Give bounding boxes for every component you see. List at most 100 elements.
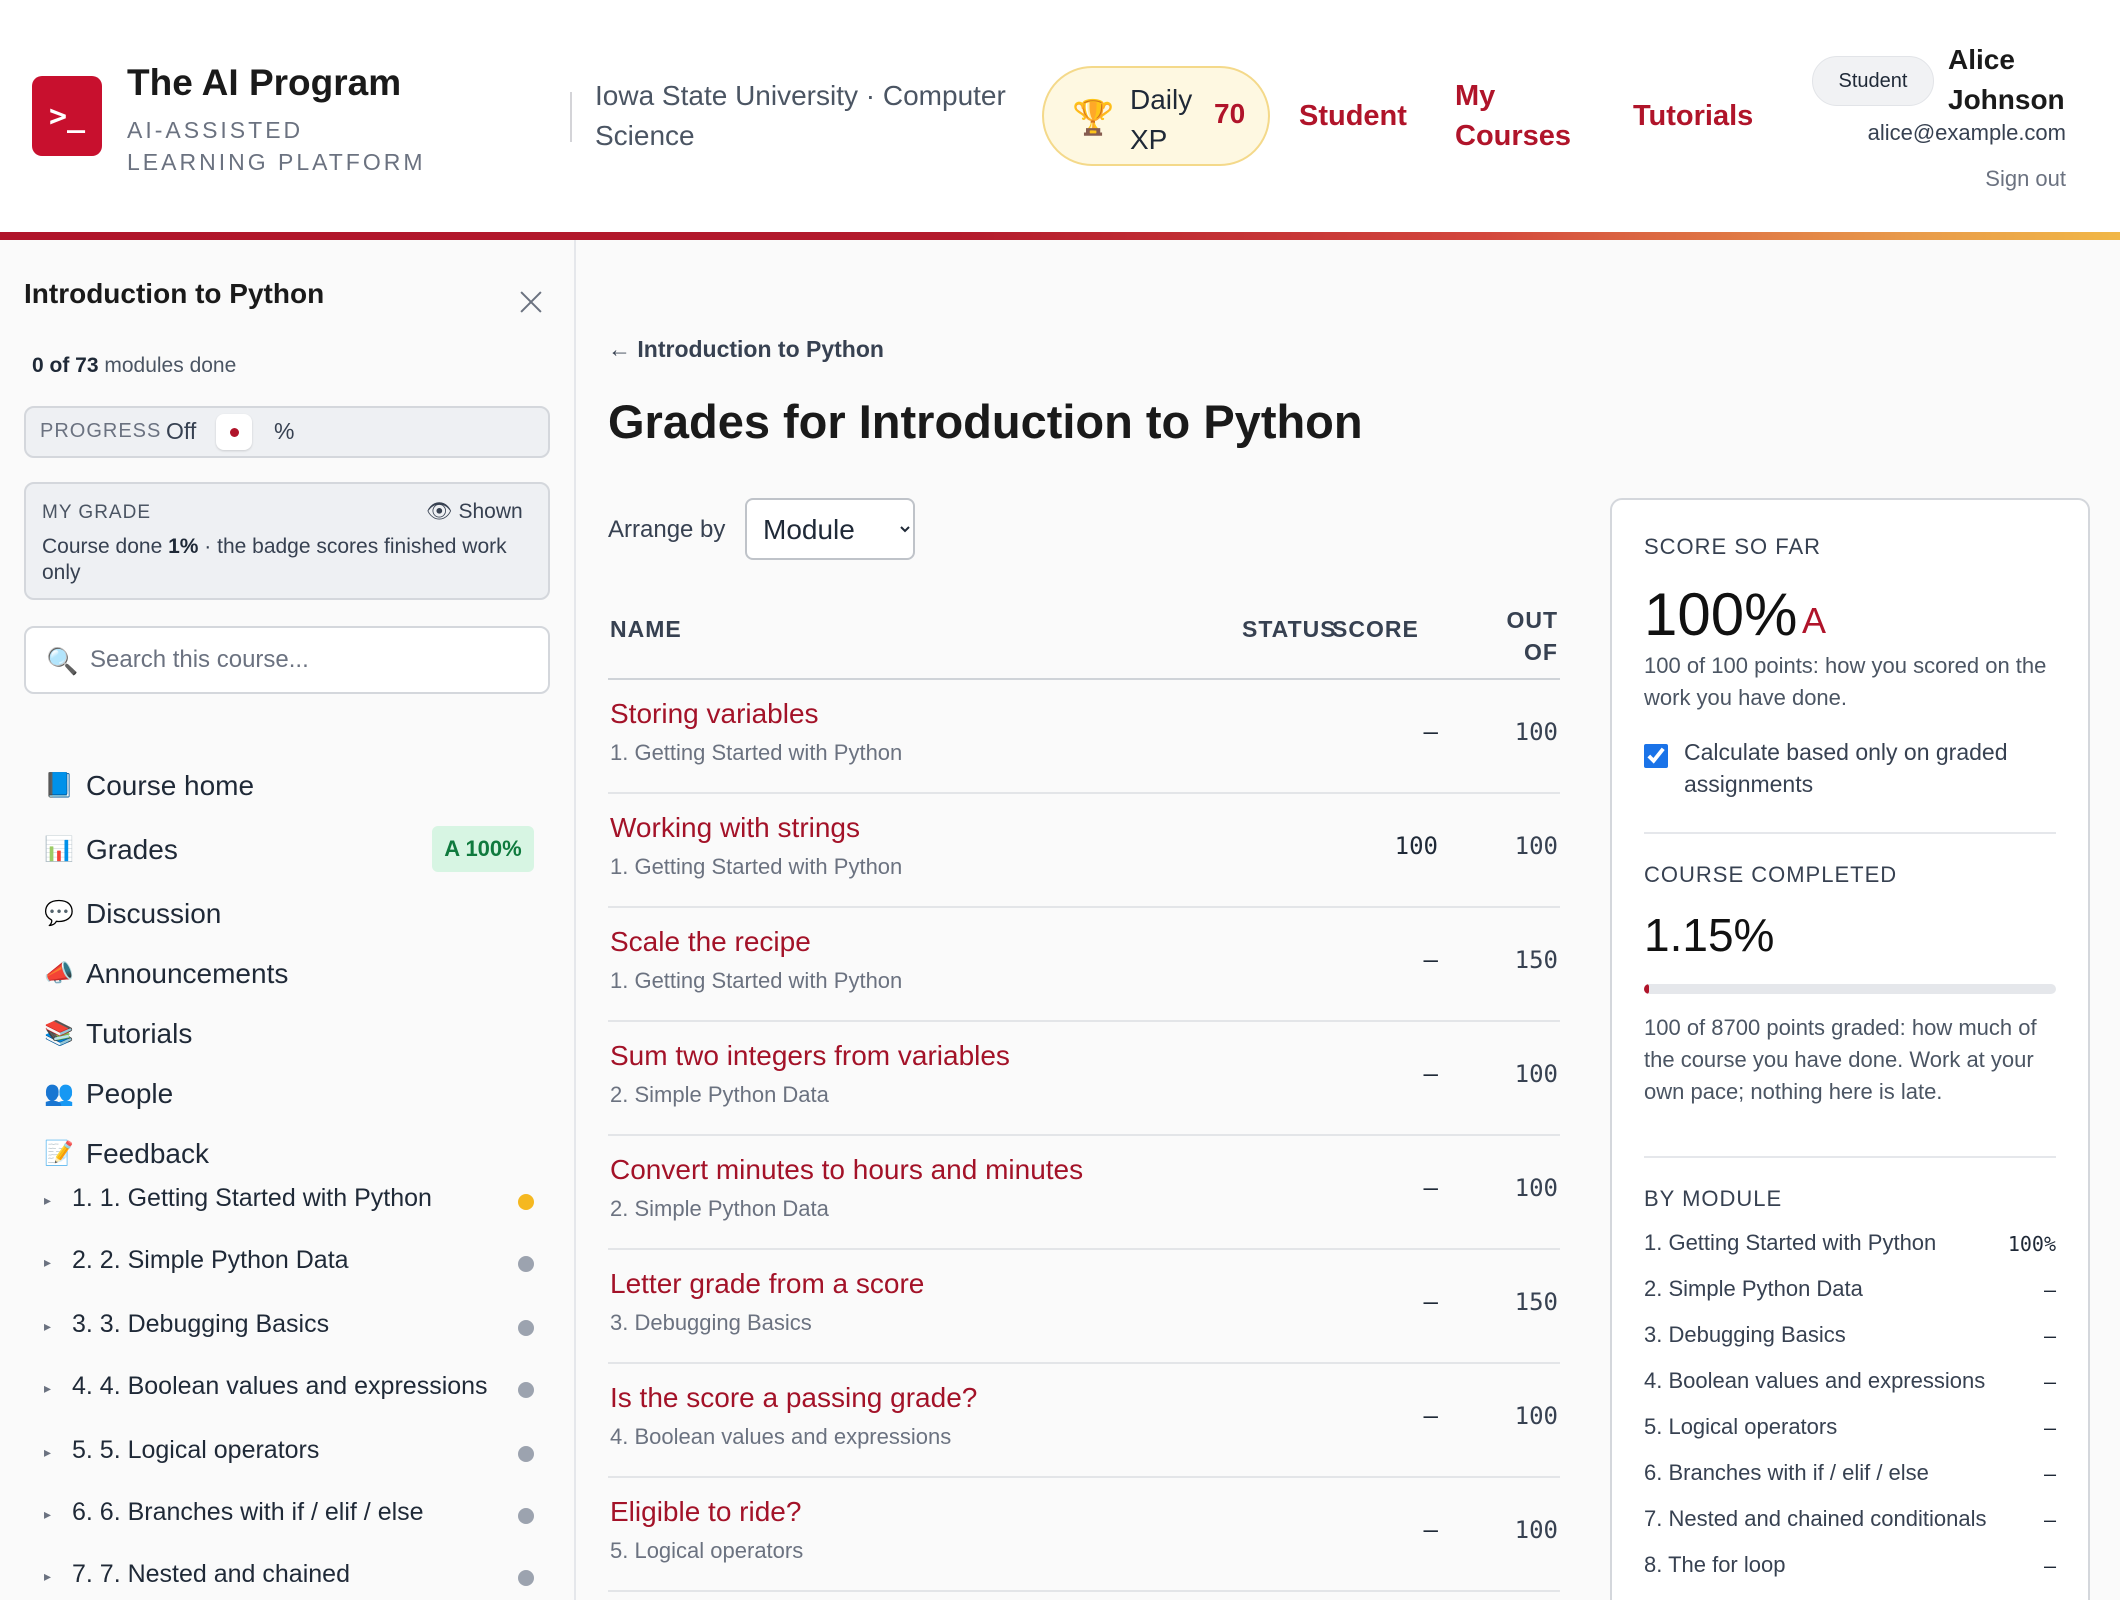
module-status-dot [518, 1320, 534, 1336]
column-score-header[interactable]: SCORE [1332, 616, 1419, 643]
table-row: Convert minutes to hours and minutes 2. S… [608, 1136, 1560, 1250]
expand-arrow-icon[interactable]: ▸ [44, 1254, 51, 1271]
assignment-score: 100 [1394, 832, 1438, 860]
course-search-box: 🔍 [24, 626, 550, 694]
course-completed-description: 100 of 8700 points graded: how much of t… [1644, 1015, 2037, 1104]
by-module-name: 3. Debugging Basics [1644, 1322, 1846, 1347]
progress-percent-option[interactable]: % [274, 418, 294, 445]
sidebar-item-icon: 👥 [44, 1080, 74, 1107]
assignment-link[interactable]: Working with strings [610, 812, 860, 844]
module-status-dot [518, 1508, 534, 1524]
by-module-name: 8. The for loop [1644, 1552, 1786, 1577]
sidebar-item-label: Tutorials [86, 1018, 193, 1049]
sidebar-item-icon: 📘 [44, 772, 74, 799]
sidebar-module-item[interactable]: ▸ 5. 5. Logical operators [44, 1432, 544, 1472]
module-status-dot [518, 1194, 534, 1210]
assignment-link[interactable]: Sum two integers from variables [610, 1040, 1010, 1072]
graded-only-checkbox[interactable] [1644, 744, 1668, 768]
sidebar-item-label: Course home [86, 770, 255, 801]
column-out-of-header[interactable]: OUT OF [1478, 604, 1558, 668]
sidebar-item-discussion[interactable]: 💬 Discussion [44, 894, 544, 940]
sidebar-item-course-home[interactable]: 📘 Course home [44, 766, 544, 812]
module-status-dot [518, 1256, 534, 1272]
expand-arrow-icon[interactable]: ▸ [44, 1568, 51, 1585]
by-module-value: – [2043, 1370, 2056, 1394]
expand-arrow-icon[interactable]: ▸ [44, 1506, 51, 1523]
by-module-name: 6. Branches with if / elif / else [1644, 1460, 1929, 1485]
assignment-link[interactable]: Is the score a passing grade? [610, 1382, 977, 1414]
by-module-value: – [2043, 1462, 2056, 1486]
logo-terminal-icon[interactable]: >_ [32, 76, 102, 156]
sidebar-module-item[interactable]: ▸ 6. 6. Branches with if / elif / else [44, 1494, 544, 1534]
sidebar-module-item[interactable]: ▸ 1. 1. Getting Started with Python [44, 1180, 544, 1220]
user-email: alice@example.com [1867, 120, 2066, 145]
daily-xp-pill[interactable]: 🏆 Daily XP 70 [1042, 66, 1270, 166]
sidebar-item-icon: 📣 [44, 960, 74, 987]
nav-student[interactable]: Student [1299, 96, 1407, 136]
by-module-name: 1. Getting Started with Python [1644, 1230, 1937, 1255]
assignment-module: 1. Getting Started with Python [610, 740, 903, 765]
assignment-link[interactable]: Convert minutes to hours and minutes [610, 1154, 1083, 1186]
by-module-value: – [2043, 1324, 2056, 1348]
expand-arrow-icon[interactable]: ▸ [44, 1318, 51, 1335]
score-so-far-value: 100% [1644, 581, 1798, 648]
column-name-header[interactable]: NAME [610, 616, 682, 643]
nav-tutorials[interactable]: Tutorials [1633, 96, 1753, 136]
sidebar-item-announcements[interactable]: 📣 Announcements [44, 954, 544, 1000]
sidebar-item-grades[interactable]: 📊 Grades A 100% [44, 826, 544, 876]
assignment-out-of: 100 [1514, 1516, 1558, 1544]
sidebar-module-item[interactable]: ▸ 3. 3. Debugging Basics [44, 1306, 544, 1346]
sidebar-item-label: Grades [86, 834, 178, 865]
sidebar-module-item[interactable]: ▸ 7. 7. Nested and chained [44, 1556, 544, 1596]
expand-arrow-icon[interactable]: ▸ [44, 1380, 51, 1397]
assignment-score: – [1423, 1174, 1438, 1202]
expand-arrow-icon[interactable]: ▸ [44, 1444, 51, 1461]
back-to-course-link[interactable]: ← Introduction to Python [608, 336, 884, 363]
by-module-row: 7. Nested and chained conditionals – [1644, 1506, 2056, 1540]
search-icon: 🔍 [46, 646, 79, 676]
assignment-out-of: 100 [1514, 1402, 1558, 1430]
graded-only-label[interactable]: Calculate based only on graded assignmen… [1684, 736, 2064, 800]
sign-out-link[interactable]: Sign out [1900, 166, 2066, 192]
top-header: >_ The AI Program AI-ASSISTED LEARNING P… [0, 0, 2120, 232]
assignment-link[interactable]: Storing variables [610, 698, 819, 730]
assignment-score: – [1423, 1060, 1438, 1088]
assignment-link[interactable]: Eligible to ride? [610, 1496, 801, 1528]
sidebar-item-tutorials[interactable]: 📚 Tutorials [44, 1014, 544, 1060]
assignment-link[interactable]: Scale the recipe [610, 926, 811, 958]
assignment-module: 1. Getting Started with Python [610, 854, 903, 879]
assignment-link[interactable]: Letter grade from a score [610, 1268, 924, 1300]
course-sidebar: Introduction to Python 0 of 73 modules d… [0, 240, 576, 1600]
by-module-name: 7. Nested and chained conditionals [1644, 1506, 1987, 1531]
assignment-module: 2. Simple Python Data [610, 1196, 829, 1221]
brand-title[interactable]: The AI Program [127, 62, 401, 104]
arrange-by-select[interactable]: Module [745, 498, 915, 560]
assignment-out-of: 100 [1514, 718, 1558, 746]
sidebar-item-icon: 📊 [44, 836, 74, 863]
module-label: 5. 5. Logical operators [72, 1436, 320, 1464]
assignment-score: – [1423, 1402, 1438, 1430]
expand-arrow-icon[interactable]: ▸ [44, 1192, 51, 1209]
grade-visibility-toggle[interactable]: 👁 Shown [426, 500, 523, 524]
close-icon[interactable] [514, 286, 550, 322]
sidebar-module-item[interactable]: ▸ 2. 2. Simple Python Data [44, 1242, 544, 1282]
sidebar-module-item[interactable]: ▸ 4. 4. Boolean values and expressions [44, 1368, 544, 1408]
assignment-module: 2. Simple Python Data [610, 1082, 829, 1107]
progress-toggle-switch[interactable] [216, 414, 252, 450]
nav-my-courses[interactable]: My Courses [1455, 76, 1571, 156]
header-accent-stripe [0, 232, 2120, 240]
sidebar-item-feedback[interactable]: 📝 Feedback [44, 1134, 544, 1180]
module-label: 4. 4. Boolean values and expressions [72, 1372, 488, 1400]
course-completed-label: COURSE COMPLETED [1644, 862, 1898, 887]
course-search-input[interactable] [90, 642, 530, 678]
by-module-value: 100% [2007, 1232, 2056, 1256]
sidebar-item-people[interactable]: 👥 People [44, 1074, 544, 1120]
column-status-header[interactable]: STATUS [1242, 616, 1337, 643]
progress-off-option[interactable]: Off [166, 418, 196, 445]
grade-badge: A 100% [432, 826, 534, 872]
by-module-label: BY MODULE [1644, 1186, 1783, 1211]
progress-toggle-panel: PROGRESS Off % [24, 406, 550, 458]
assignment-out-of: 100 [1514, 1060, 1558, 1088]
brand-subtitle: AI-ASSISTED LEARNING PLATFORM [127, 117, 426, 175]
by-module-value: – [2043, 1416, 2056, 1440]
